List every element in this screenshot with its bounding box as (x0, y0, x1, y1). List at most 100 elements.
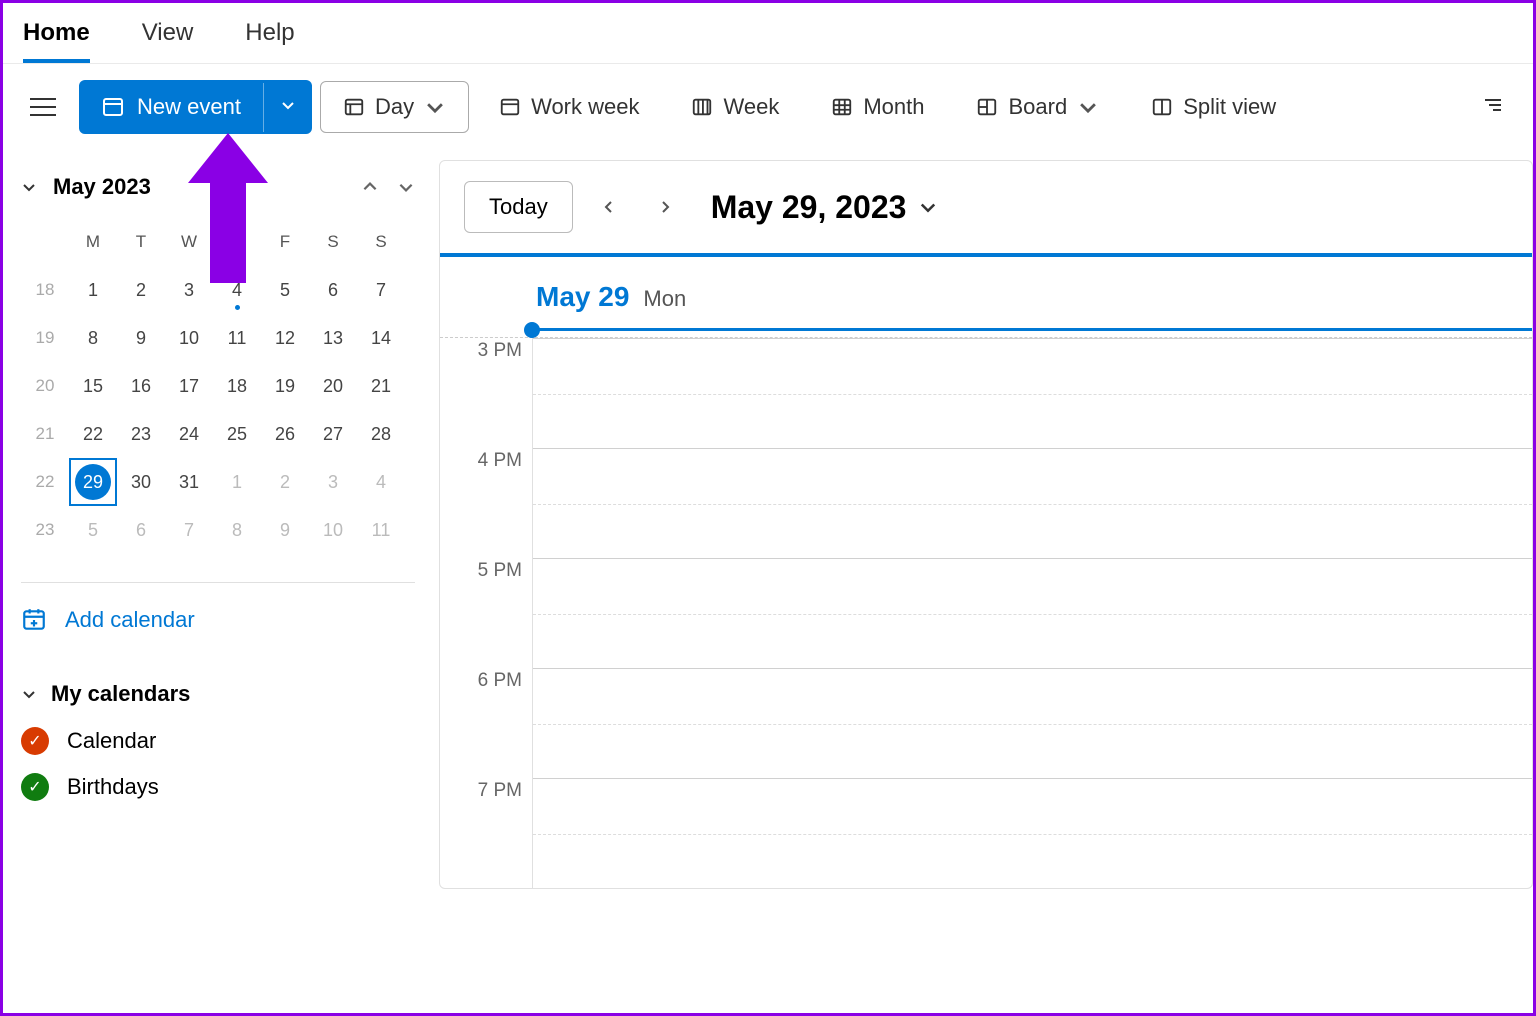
mini-calendar-day[interactable]: 5 (69, 506, 117, 554)
mini-calendar-day[interactable]: 10 (309, 506, 357, 554)
mini-calendar-day[interactable]: 27 (309, 410, 357, 458)
mini-calendar-day[interactable]: 16 (117, 362, 165, 410)
board-button[interactable]: Board (954, 82, 1121, 132)
next-month-icon[interactable] (397, 178, 415, 196)
mini-calendar-day[interactable]: 22 (69, 410, 117, 458)
mini-calendar-day[interactable]: 7 (357, 266, 405, 314)
mini-calendar-title: May 2023 (53, 174, 151, 200)
mini-calendar-day[interactable]: 13 (309, 314, 357, 362)
day-header-day: Mon (643, 286, 686, 312)
hour-label: 3 PM (440, 338, 532, 448)
mini-calendar-day[interactable]: 19 (261, 362, 309, 410)
chevron-down-icon (918, 197, 938, 217)
day-header: May 29 Mon (440, 253, 1532, 337)
mini-calendar: MTWTFSS181234567198910111213142015161718… (21, 218, 415, 554)
mini-calendar-day[interactable]: 8 (213, 506, 261, 554)
toolbar: New event Day Work week Week Month Board… (3, 63, 1533, 150)
hour-row[interactable] (533, 778, 1532, 888)
hour-row[interactable] (533, 448, 1532, 558)
mini-calendar-day[interactable]: 4 (357, 458, 405, 506)
mini-calendar-day[interactable]: 20 (309, 362, 357, 410)
dow-header: M (69, 218, 117, 266)
tab-view[interactable]: View (142, 11, 194, 63)
mini-calendar-day[interactable]: 5 (261, 266, 309, 314)
prev-month-icon[interactable] (361, 178, 379, 196)
hour-label: 4 PM (440, 448, 532, 558)
mini-calendar-day[interactable]: 9 (117, 314, 165, 362)
time-grid[interactable]: 3 PM4 PM5 PM6 PM7 PM (440, 338, 1532, 888)
tab-help[interactable]: Help (245, 11, 294, 63)
collapse-month-icon[interactable] (21, 179, 37, 195)
mini-calendar-day[interactable]: 9 (261, 506, 309, 554)
prev-day-button[interactable] (589, 187, 629, 227)
week-number: 19 (21, 314, 69, 362)
mini-calendar-day[interactable]: 6 (309, 266, 357, 314)
calendar-item[interactable]: ✓Birthdays (21, 773, 415, 801)
mini-calendar-day[interactable]: 17 (165, 362, 213, 410)
day-header-date: May 29 (536, 281, 629, 313)
work-week-button[interactable]: Work week (477, 82, 661, 132)
mini-calendar-day[interactable]: 2 (261, 458, 309, 506)
split-view-button[interactable]: Split view (1129, 82, 1298, 132)
hour-row[interactable] (533, 558, 1532, 668)
chevron-down-icon (21, 686, 37, 702)
mini-calendar-day[interactable]: 25 (213, 410, 261, 458)
mini-calendar-day[interactable]: 23 (117, 410, 165, 458)
new-event-label: New event (137, 94, 241, 120)
hour-label: 7 PM (440, 778, 532, 888)
mini-calendar-day[interactable]: 15 (69, 362, 117, 410)
mini-calendar-day[interactable]: 3 (165, 266, 213, 314)
my-calendars-header[interactable]: My calendars (21, 681, 415, 707)
board-label: Board (1008, 94, 1067, 120)
date-picker-title[interactable]: May 29, 2023 (711, 189, 939, 226)
mini-calendar-day[interactable]: 1 (69, 266, 117, 314)
mini-calendar-day[interactable]: 24 (165, 410, 213, 458)
sidebar: May 2023 MTWTFSS181234567198910111213142… (3, 150, 433, 889)
calendar-name: Calendar (67, 728, 156, 754)
dow-header: T (117, 218, 165, 266)
calendar-name: Birthdays (67, 774, 159, 800)
week-number: 20 (21, 362, 69, 410)
week-button[interactable]: Week (669, 82, 801, 132)
mini-calendar-day[interactable]: 4 (213, 266, 261, 314)
mini-calendar-day[interactable]: 6 (117, 506, 165, 554)
mini-calendar-day[interactable]: 14 (357, 314, 405, 362)
new-event-button[interactable]: New event (79, 80, 263, 134)
add-calendar-button[interactable]: Add calendar (21, 607, 415, 633)
mini-calendar-day[interactable]: 26 (261, 410, 309, 458)
week-number: 22 (21, 458, 69, 506)
mini-calendar-day[interactable]: 2 (117, 266, 165, 314)
next-day-button[interactable] (645, 187, 685, 227)
mini-calendar-day[interactable]: 11 (213, 314, 261, 362)
hamburger-icon[interactable] (23, 87, 63, 127)
my-calendars-label: My calendars (51, 681, 190, 707)
mini-calendar-day[interactable]: 10 (165, 314, 213, 362)
mini-calendar-day[interactable]: 21 (357, 362, 405, 410)
mini-calendar-day[interactable]: 31 (165, 458, 213, 506)
mini-calendar-day[interactable]: 28 (357, 410, 405, 458)
week-number: 23 (21, 506, 69, 554)
new-event-dropdown[interactable] (263, 83, 312, 132)
mini-calendar-day[interactable]: 29 (69, 458, 117, 506)
calendar-item[interactable]: ✓Calendar (21, 727, 415, 755)
week-label: Week (723, 94, 779, 120)
day-view-button[interactable]: Day (320, 81, 469, 133)
mini-calendar-day[interactable]: 18 (213, 362, 261, 410)
hour-row[interactable] (533, 668, 1532, 778)
month-button[interactable]: Month (809, 82, 946, 132)
mini-calendar-day[interactable]: 11 (357, 506, 405, 554)
dow-header: S (357, 218, 405, 266)
dow-header: F (261, 218, 309, 266)
work-week-label: Work week (531, 94, 639, 120)
mini-calendar-day[interactable]: 3 (309, 458, 357, 506)
mini-calendar-day[interactable]: 12 (261, 314, 309, 362)
mini-calendar-day[interactable]: 8 (69, 314, 117, 362)
dow-header: W (165, 218, 213, 266)
more-icon[interactable] (1473, 93, 1513, 122)
mini-calendar-day[interactable]: 7 (165, 506, 213, 554)
tab-home[interactable]: Home (23, 11, 90, 63)
mini-calendar-day[interactable]: 1 (213, 458, 261, 506)
today-button[interactable]: Today (464, 181, 573, 233)
hour-row[interactable] (533, 338, 1532, 448)
mini-calendar-day[interactable]: 30 (117, 458, 165, 506)
